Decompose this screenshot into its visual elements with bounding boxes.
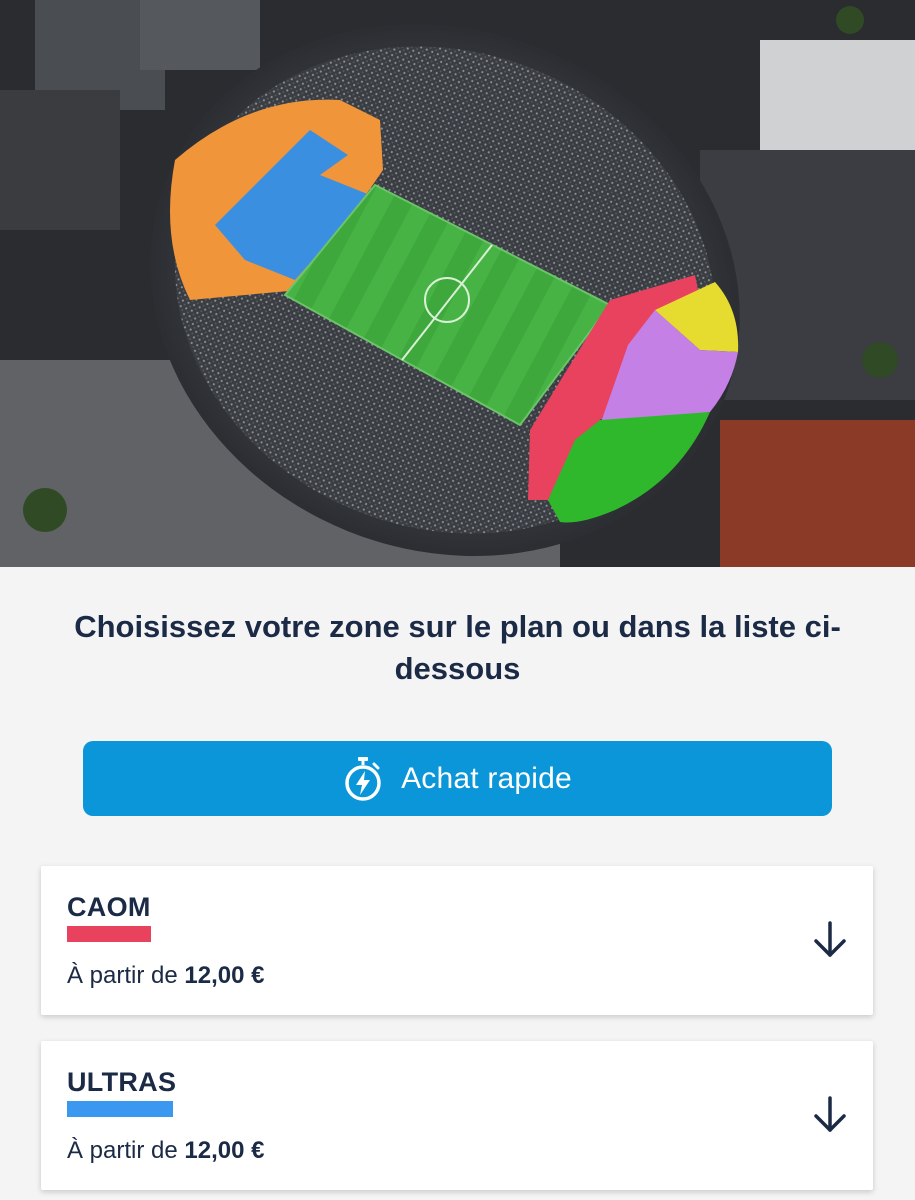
zone-color-swatch xyxy=(67,1101,173,1117)
tree xyxy=(23,488,67,532)
quick-buy-label: Achat rapide xyxy=(401,761,572,795)
arrow-down-icon[interactable] xyxy=(812,920,848,960)
parking-lot xyxy=(0,90,120,230)
stadium-map[interactable] xyxy=(0,0,915,567)
arrow-down-icon[interactable] xyxy=(812,1095,848,1135)
building-top xyxy=(140,0,260,70)
tree xyxy=(862,342,898,378)
zone-price: 12,00 € xyxy=(184,962,265,989)
price-prefix: À partir de xyxy=(67,962,178,989)
quick-buy-button[interactable]: Achat rapide xyxy=(83,741,832,816)
zone-card-caom[interactable]: CAOM À partir de 12,00 € xyxy=(41,866,873,1015)
zone-price-line: À partir de 12,00 € xyxy=(67,962,264,990)
tree xyxy=(836,6,864,34)
zone-price: 12,00 € xyxy=(184,1137,265,1164)
stopwatch-lightning-icon xyxy=(345,756,381,801)
price-prefix: À partir de xyxy=(67,1137,178,1164)
zone-name: CAOM xyxy=(67,892,151,922)
zone-price-line: À partir de 12,00 € xyxy=(67,1137,264,1165)
building-bottom-right xyxy=(720,420,915,567)
instruction-heading: Choisissez votre zone sur le plan ou dan… xyxy=(74,609,841,686)
zone-card-ultras[interactable]: ULTRAS À partir de 12,00 € xyxy=(41,1041,873,1190)
zone-name: ULTRAS xyxy=(67,1067,177,1097)
zone-color-swatch xyxy=(67,926,151,942)
